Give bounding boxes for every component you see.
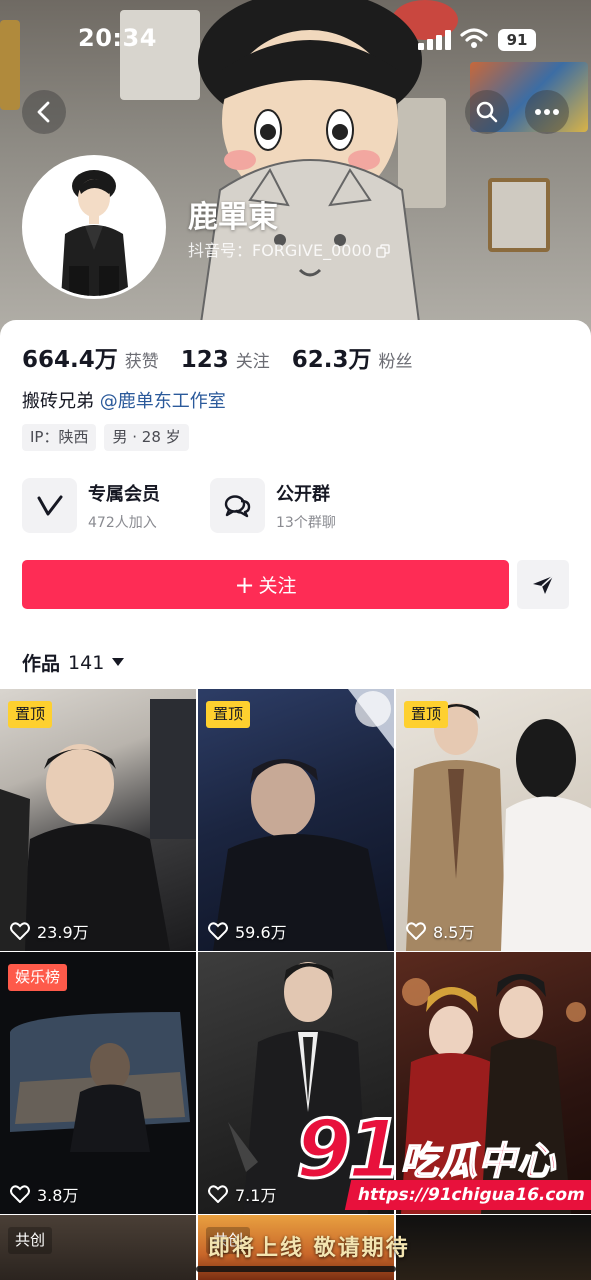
caret-down-icon bbox=[112, 658, 125, 666]
video-likes: 3.8万 bbox=[10, 1182, 78, 1206]
search-icon bbox=[476, 101, 498, 123]
battery-indicator: 91 bbox=[498, 29, 536, 51]
video-likes-count: 7.1万 bbox=[235, 1186, 277, 1205]
video-thumbnail bbox=[406, 703, 591, 951]
copy-icon[interactable] bbox=[376, 244, 390, 258]
video-thumbnail bbox=[10, 1012, 190, 1152]
tag-gender-age: 男 · 28 岁 bbox=[104, 424, 189, 451]
video-tile[interactable]: 娱乐榜 3.8万 bbox=[0, 952, 196, 1214]
douyin-id-text: 抖音号：FORGIVE_0000 bbox=[188, 241, 372, 260]
stat-following-value: 123 bbox=[180, 347, 229, 373]
stat-likes[interactable]: 664.4万 获赞 bbox=[22, 340, 159, 374]
works-tab[interactable]: 作品 141 bbox=[22, 649, 125, 676]
follow-label: 关注 bbox=[258, 575, 297, 597]
stat-followers-label: 粉丝 bbox=[378, 352, 413, 372]
stat-following[interactable]: 123 关注 bbox=[181, 347, 270, 373]
video-likes-count: 23.9万 bbox=[37, 923, 89, 942]
watermark-logo: 91 吃瓜中心 https://91chigua16.com bbox=[294, 1103, 591, 1214]
group-subtitle: 13个群聊 bbox=[276, 514, 336, 531]
paper-plane-icon bbox=[533, 574, 554, 594]
video-likes: 8.5万 bbox=[406, 919, 474, 943]
watermark-url: https://91chigua16.com bbox=[344, 1180, 591, 1210]
stat-following-label: 关注 bbox=[235, 352, 270, 372]
home-indicator[interactable] bbox=[196, 1266, 396, 1272]
video-likes: 59.6万 bbox=[208, 919, 287, 943]
banner-frame-right bbox=[488, 178, 550, 252]
vip-title: 专属会员 bbox=[88, 483, 160, 505]
pinned-badge: 置顶 bbox=[404, 701, 449, 728]
video-likes-count: 3.8万 bbox=[37, 1186, 79, 1205]
status-time: 20:34 bbox=[78, 24, 157, 52]
video-likes: 7.1万 bbox=[208, 1182, 276, 1206]
vip-membership-entry[interactable]: 专属会员 472人加入 bbox=[22, 478, 160, 533]
video-thumbnail bbox=[0, 699, 196, 951]
cellular-signal-icon bbox=[418, 30, 451, 50]
search-button[interactable] bbox=[465, 90, 509, 134]
bio-mention-link[interactable]: @鹿单东工作室 bbox=[100, 391, 226, 412]
video-likes-count: 8.5万 bbox=[433, 923, 475, 942]
stat-likes-value: 664.4万 bbox=[22, 347, 118, 373]
v-logo-icon bbox=[22, 478, 77, 533]
entertainment-chart-badge: 娱乐榜 bbox=[8, 964, 68, 991]
profile-card: 664.4万 获赞 123 关注 62.3万 粉丝 搬砖兄弟 @鹿单东工作室 I… bbox=[0, 320, 591, 690]
profile-tags: IP：陕西 男 · 28 岁 bbox=[22, 424, 197, 451]
plus-icon: + bbox=[234, 570, 255, 599]
profile-stats: 664.4万 获赞 123 关注 62.3万 粉丝 bbox=[22, 340, 435, 374]
profile-bio: 搬砖兄弟 @鹿单东工作室 bbox=[22, 387, 226, 413]
watermark-number: 91 bbox=[294, 1103, 404, 1196]
heart-icon bbox=[406, 922, 426, 940]
wifi-icon bbox=[460, 28, 488, 48]
share-button[interactable] bbox=[517, 560, 569, 609]
video-thumbnail bbox=[213, 689, 394, 951]
video-tile[interactable] bbox=[396, 1215, 591, 1280]
group-title: 公开群 bbox=[276, 483, 330, 505]
chevron-left-icon bbox=[37, 101, 50, 123]
video-tile[interactable]: 置顶 23.9万 bbox=[0, 689, 196, 951]
heart-icon bbox=[10, 922, 30, 940]
more-dots-icon bbox=[535, 109, 559, 115]
avatar[interactable] bbox=[22, 155, 166, 299]
back-button[interactable] bbox=[22, 90, 66, 134]
stat-followers-value: 62.3万 bbox=[291, 347, 372, 373]
video-likes-count: 59.6万 bbox=[235, 923, 287, 942]
status-bar: 20:34 91 bbox=[0, 0, 591, 80]
co-creation-badge: 共创 bbox=[8, 1227, 53, 1254]
works-count: 141 bbox=[68, 651, 105, 674]
heart-icon bbox=[10, 1185, 30, 1203]
heart-icon bbox=[208, 922, 228, 940]
follow-button[interactable]: + 关注 bbox=[22, 560, 509, 609]
bio-text: 搬砖兄弟 bbox=[22, 391, 100, 412]
heart-icon bbox=[208, 1185, 228, 1203]
works-label: 作品 bbox=[22, 653, 61, 675]
watermark-text: 吃瓜中心 bbox=[399, 1138, 557, 1184]
pinned-badge: 置顶 bbox=[8, 701, 53, 728]
video-caption-overlay: 即将上线 敬请期待 bbox=[208, 1236, 410, 1261]
avatar-illustration bbox=[25, 158, 163, 296]
video-tile[interactable]: 置顶 59.6万 bbox=[198, 689, 394, 951]
profile-nickname: 鹿單東 bbox=[188, 200, 278, 235]
stat-followers[interactable]: 62.3万 粉丝 bbox=[292, 340, 413, 374]
video-likes: 23.9万 bbox=[10, 919, 89, 943]
video-tile[interactable]: 共创 bbox=[0, 1215, 196, 1280]
tag-ip-location: IP：陕西 bbox=[22, 424, 97, 451]
vip-subtitle: 472人加入 bbox=[88, 514, 157, 531]
pinned-badge: 置顶 bbox=[206, 701, 251, 728]
stat-likes-label: 获赞 bbox=[124, 352, 159, 372]
more-options-button[interactable] bbox=[525, 90, 569, 134]
douyin-id[interactable]: 抖音号：FORGIVE_0000 bbox=[188, 237, 390, 261]
public-group-entry[interactable]: 公开群 13个群聊 bbox=[210, 478, 336, 533]
chat-bubbles-icon bbox=[210, 478, 265, 533]
video-tile[interactable]: 置顶 8.5万 bbox=[396, 689, 591, 951]
